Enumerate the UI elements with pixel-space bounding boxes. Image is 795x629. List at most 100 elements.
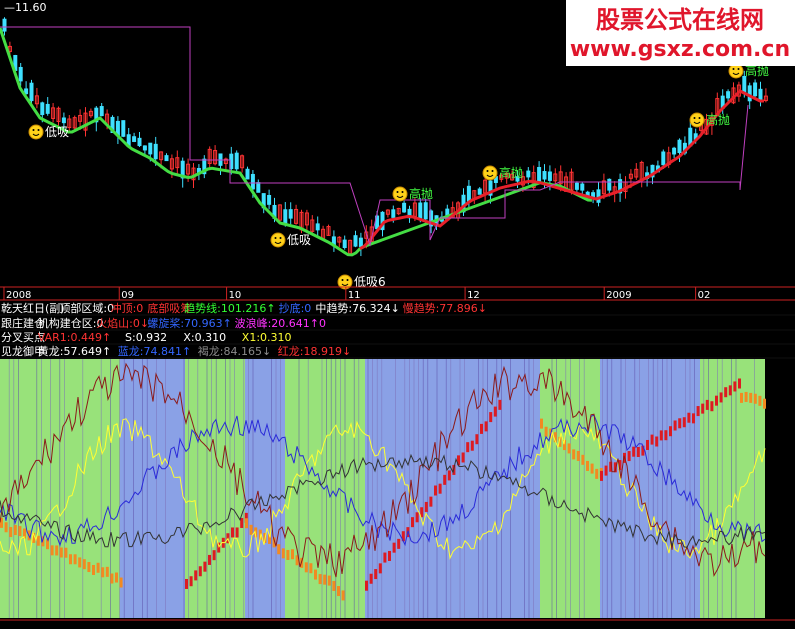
signal-buy: 低吸 <box>28 124 69 140</box>
sub-indicator-panel <box>0 359 795 621</box>
histogram-bar <box>50 545 54 556</box>
histogram-bar <box>189 576 193 587</box>
candle-body <box>132 136 137 142</box>
histogram-bar <box>466 442 470 453</box>
histogram-bar <box>705 399 709 410</box>
histogram-bar <box>87 562 91 573</box>
histogram-bar <box>632 446 636 457</box>
histogram-bar <box>327 575 331 586</box>
histogram-bar <box>696 406 700 417</box>
histogram-bar <box>650 434 654 445</box>
histogram-bar <box>304 562 308 573</box>
histogram-bar <box>744 391 748 402</box>
candle-body <box>45 103 50 114</box>
indicator-value: 褐龙:84.165↓ <box>198 344 271 358</box>
histogram-bar <box>36 535 40 546</box>
histogram-bar <box>715 395 718 406</box>
histogram-bar <box>96 562 100 573</box>
indicator-value: S:0.932 <box>125 331 167 344</box>
indicator-value: 蓝龙:74.841↑ <box>118 345 191 358</box>
signal-label: 高抛 <box>409 186 433 201</box>
candle-body <box>2 18 7 32</box>
smiley-icon <box>689 112 705 128</box>
histogram-bar <box>249 524 253 535</box>
signal-sell: 高抛 <box>689 112 730 128</box>
histogram-bar <box>82 559 86 570</box>
histogram-bar <box>291 549 294 560</box>
histogram-bar <box>749 392 753 403</box>
candle-body <box>402 202 407 213</box>
candle-body <box>250 173 255 190</box>
histogram-bar <box>318 574 322 585</box>
candle-body <box>288 209 293 219</box>
x-tick-label: 11 <box>348 290 361 301</box>
candle-body <box>580 183 585 191</box>
candle-body <box>137 137 142 147</box>
indicator-value: 火焰山:0↓ <box>96 316 149 330</box>
histogram-bar <box>231 527 234 538</box>
indicator-value: 红龙:18.919↓ <box>278 345 351 358</box>
indicator-value: 慢趋势:77.896↓ <box>403 302 487 315</box>
smiley-eye <box>346 279 349 281</box>
indicator-value: 顶部区域:0 <box>59 301 114 315</box>
histogram-bar <box>92 564 95 575</box>
candle-body <box>466 185 471 202</box>
histogram-bar <box>484 421 488 432</box>
histogram-bar <box>235 527 239 538</box>
histogram-bar <box>424 501 428 512</box>
indicator-value: 机构建仓区:0 <box>38 316 104 330</box>
candle-body <box>353 235 358 247</box>
smiley-eye <box>732 68 735 70</box>
histogram-bar <box>540 418 543 429</box>
histogram-bar <box>332 580 336 591</box>
indicator-value: X:0.310 <box>183 331 226 344</box>
x-tick-label: 2008 <box>6 290 31 301</box>
candle-body <box>267 195 272 205</box>
histogram-bar <box>383 552 387 563</box>
green-band <box>540 359 600 618</box>
indicator-value: 黄龙:57.649↑ <box>38 344 111 358</box>
x-tick-label: 09 <box>121 290 134 301</box>
signal-sell: 高抛 <box>482 165 523 181</box>
smiley-eye <box>279 237 282 239</box>
histogram-bar <box>9 527 13 538</box>
histogram-bar <box>110 573 114 584</box>
price-label: —11.60 <box>4 1 47 14</box>
blue-band <box>365 359 540 618</box>
histogram-bar <box>567 443 571 454</box>
signal-label: 低吸 <box>287 233 311 247</box>
candle-body <box>542 171 547 180</box>
smiley-eye <box>693 117 696 119</box>
signal-label: 低吸 <box>45 125 69 139</box>
candle-body <box>677 139 682 154</box>
smiley-icon <box>482 165 498 181</box>
watermark-banner: 股票公式在线网 www.gsxz.com.cn <box>566 0 795 66</box>
candle-body <box>142 145 147 151</box>
candle-body <box>18 66 23 82</box>
histogram-bar <box>733 381 737 392</box>
histogram-bar <box>212 550 216 561</box>
histogram-bar <box>719 392 723 403</box>
histogram-bar <box>692 413 695 424</box>
candle-body <box>607 178 612 191</box>
smiley-eye <box>698 117 701 119</box>
smiley-eye <box>396 191 399 193</box>
histogram-bar <box>586 460 589 471</box>
indicator-value: 冲顶:0 <box>111 301 144 315</box>
watermark-title: 股票公式在线网 <box>596 6 764 34</box>
histogram-bar <box>590 463 594 474</box>
smiley-icon <box>728 63 744 79</box>
histogram-bar <box>73 554 77 565</box>
indicator-value: 抄底:0 <box>279 301 312 315</box>
histogram-bar <box>604 465 608 476</box>
x-tick-label: 12 <box>467 290 480 301</box>
candle-body <box>537 167 542 182</box>
histogram-bar <box>475 434 479 445</box>
histogram-bar <box>78 557 82 568</box>
histogram-bar <box>203 561 207 572</box>
indicator-value: 中趋势:76.324↓ <box>315 302 399 315</box>
candle-body <box>358 237 363 247</box>
candle-body <box>758 88 763 100</box>
histogram-bar <box>341 590 345 601</box>
histogram-bar <box>498 399 502 410</box>
